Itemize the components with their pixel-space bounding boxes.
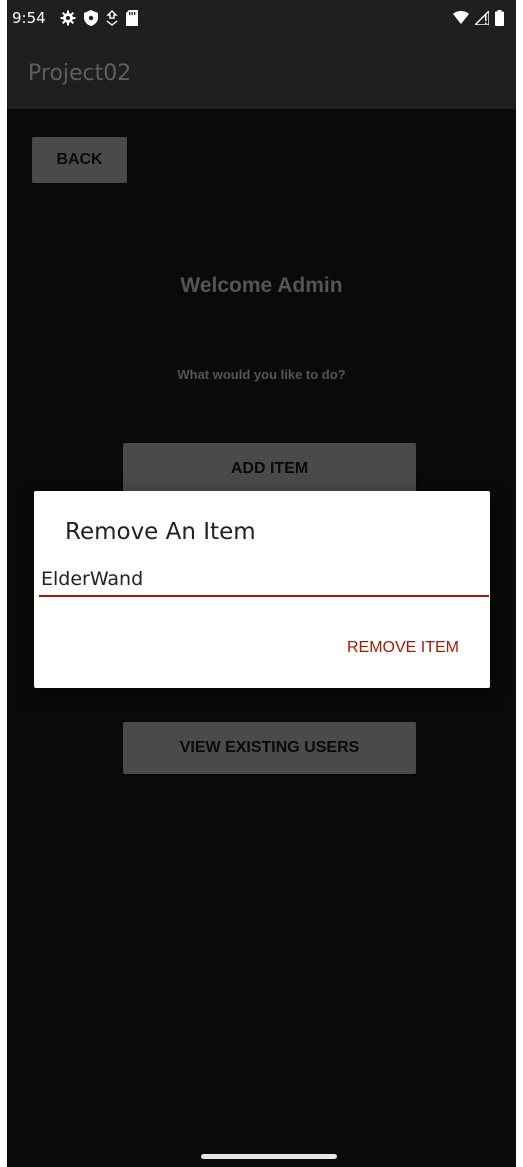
home-gesture-handle[interactable]: [201, 1154, 337, 1159]
wifi-icon: [453, 11, 469, 24]
app-title: Project02: [28, 61, 132, 86]
sd-card-icon: [126, 10, 138, 26]
status-icons-left: [60, 10, 138, 26]
navigation-bar: [7, 1141, 516, 1167]
prompt-text: What would you like to do?: [177, 367, 346, 382]
view-existing-users-button[interactable]: VIEW EXISTING USERS: [123, 722, 416, 774]
download-icon: [106, 10, 118, 26]
welcome-heading: Welcome Admin: [180, 274, 343, 297]
status-time: 9:54: [12, 9, 46, 27]
shield-icon: [84, 10, 98, 26]
status-bar: 9:54: [7, 0, 516, 38]
remove-item-button[interactable]: REMOVE ITEM: [347, 639, 459, 657]
add-item-button[interactable]: ADD ITEM: [123, 443, 416, 495]
signal-icon: [475, 11, 489, 25]
status-icons-right: [453, 10, 504, 26]
remove-item-dialog: Remove An Item REMOVE ITEM: [34, 491, 490, 688]
app-bar: Project02: [7, 38, 516, 109]
item-name-input[interactable]: [39, 563, 489, 597]
gear-icon: [60, 10, 76, 26]
back-button[interactable]: BACK: [32, 137, 127, 183]
dialog-title: Remove An Item: [65, 519, 256, 545]
battery-icon: [495, 10, 504, 26]
